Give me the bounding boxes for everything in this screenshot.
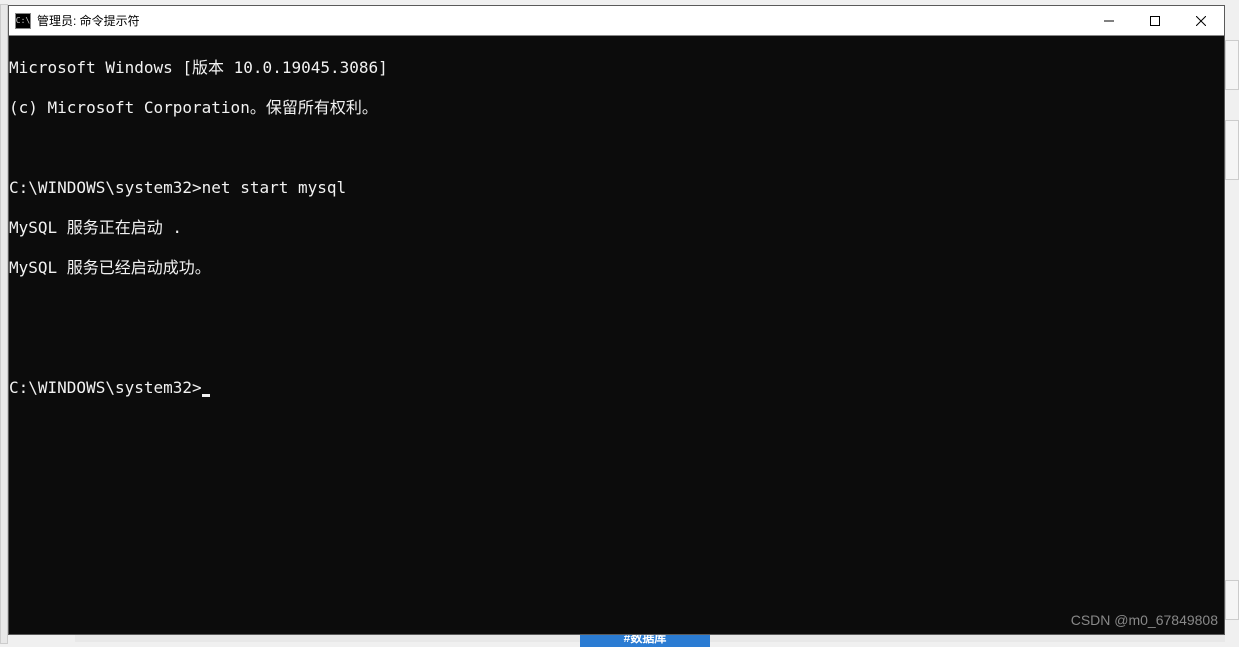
titlebar[interactable]: C:\ 管理员: 命令提示符 <box>9 6 1224 36</box>
window-controls <box>1086 6 1224 35</box>
terminal-prompt: C:\WINDOWS\system32> <box>9 378 202 397</box>
watermark: CSDN @m0_67849808 <box>1071 610 1218 630</box>
maximize-button[interactable] <box>1132 6 1178 35</box>
background-fragment <box>0 4 8 644</box>
terminal-prompt-line: C:\WINDOWS\system32> <box>9 378 1224 398</box>
background-fragment <box>1225 580 1239 620</box>
terminal-line <box>9 138 1224 158</box>
close-button[interactable] <box>1178 6 1224 35</box>
cmd-window: C:\ 管理员: 命令提示符 Microsoft Windows [版本 10.… <box>8 5 1225 635</box>
terminal-line <box>9 338 1224 358</box>
cmd-icon: C:\ <box>15 13 31 29</box>
cursor <box>202 394 210 397</box>
terminal-line: MySQL 服务正在启动 . <box>9 218 1224 238</box>
minimize-button[interactable] <box>1086 6 1132 35</box>
window-title: 管理员: 命令提示符 <box>37 12 1086 29</box>
terminal-line: MySQL 服务已经启动成功。 <box>9 258 1224 278</box>
terminal-line <box>9 298 1224 318</box>
background-fragment <box>1225 120 1239 180</box>
close-icon <box>1196 16 1206 26</box>
terminal-output[interactable]: Microsoft Windows [版本 10.0.19045.3086] (… <box>9 36 1224 634</box>
terminal-line: Microsoft Windows [版本 10.0.19045.3086] <box>9 58 1224 78</box>
terminal-line: C:\WINDOWS\system32>net start mysql <box>9 178 1224 198</box>
maximize-icon <box>1150 16 1160 26</box>
minimize-icon <box>1104 16 1114 26</box>
background-fragment <box>1225 40 1239 90</box>
terminal-line: (c) Microsoft Corporation。保留所有权利。 <box>9 98 1224 118</box>
